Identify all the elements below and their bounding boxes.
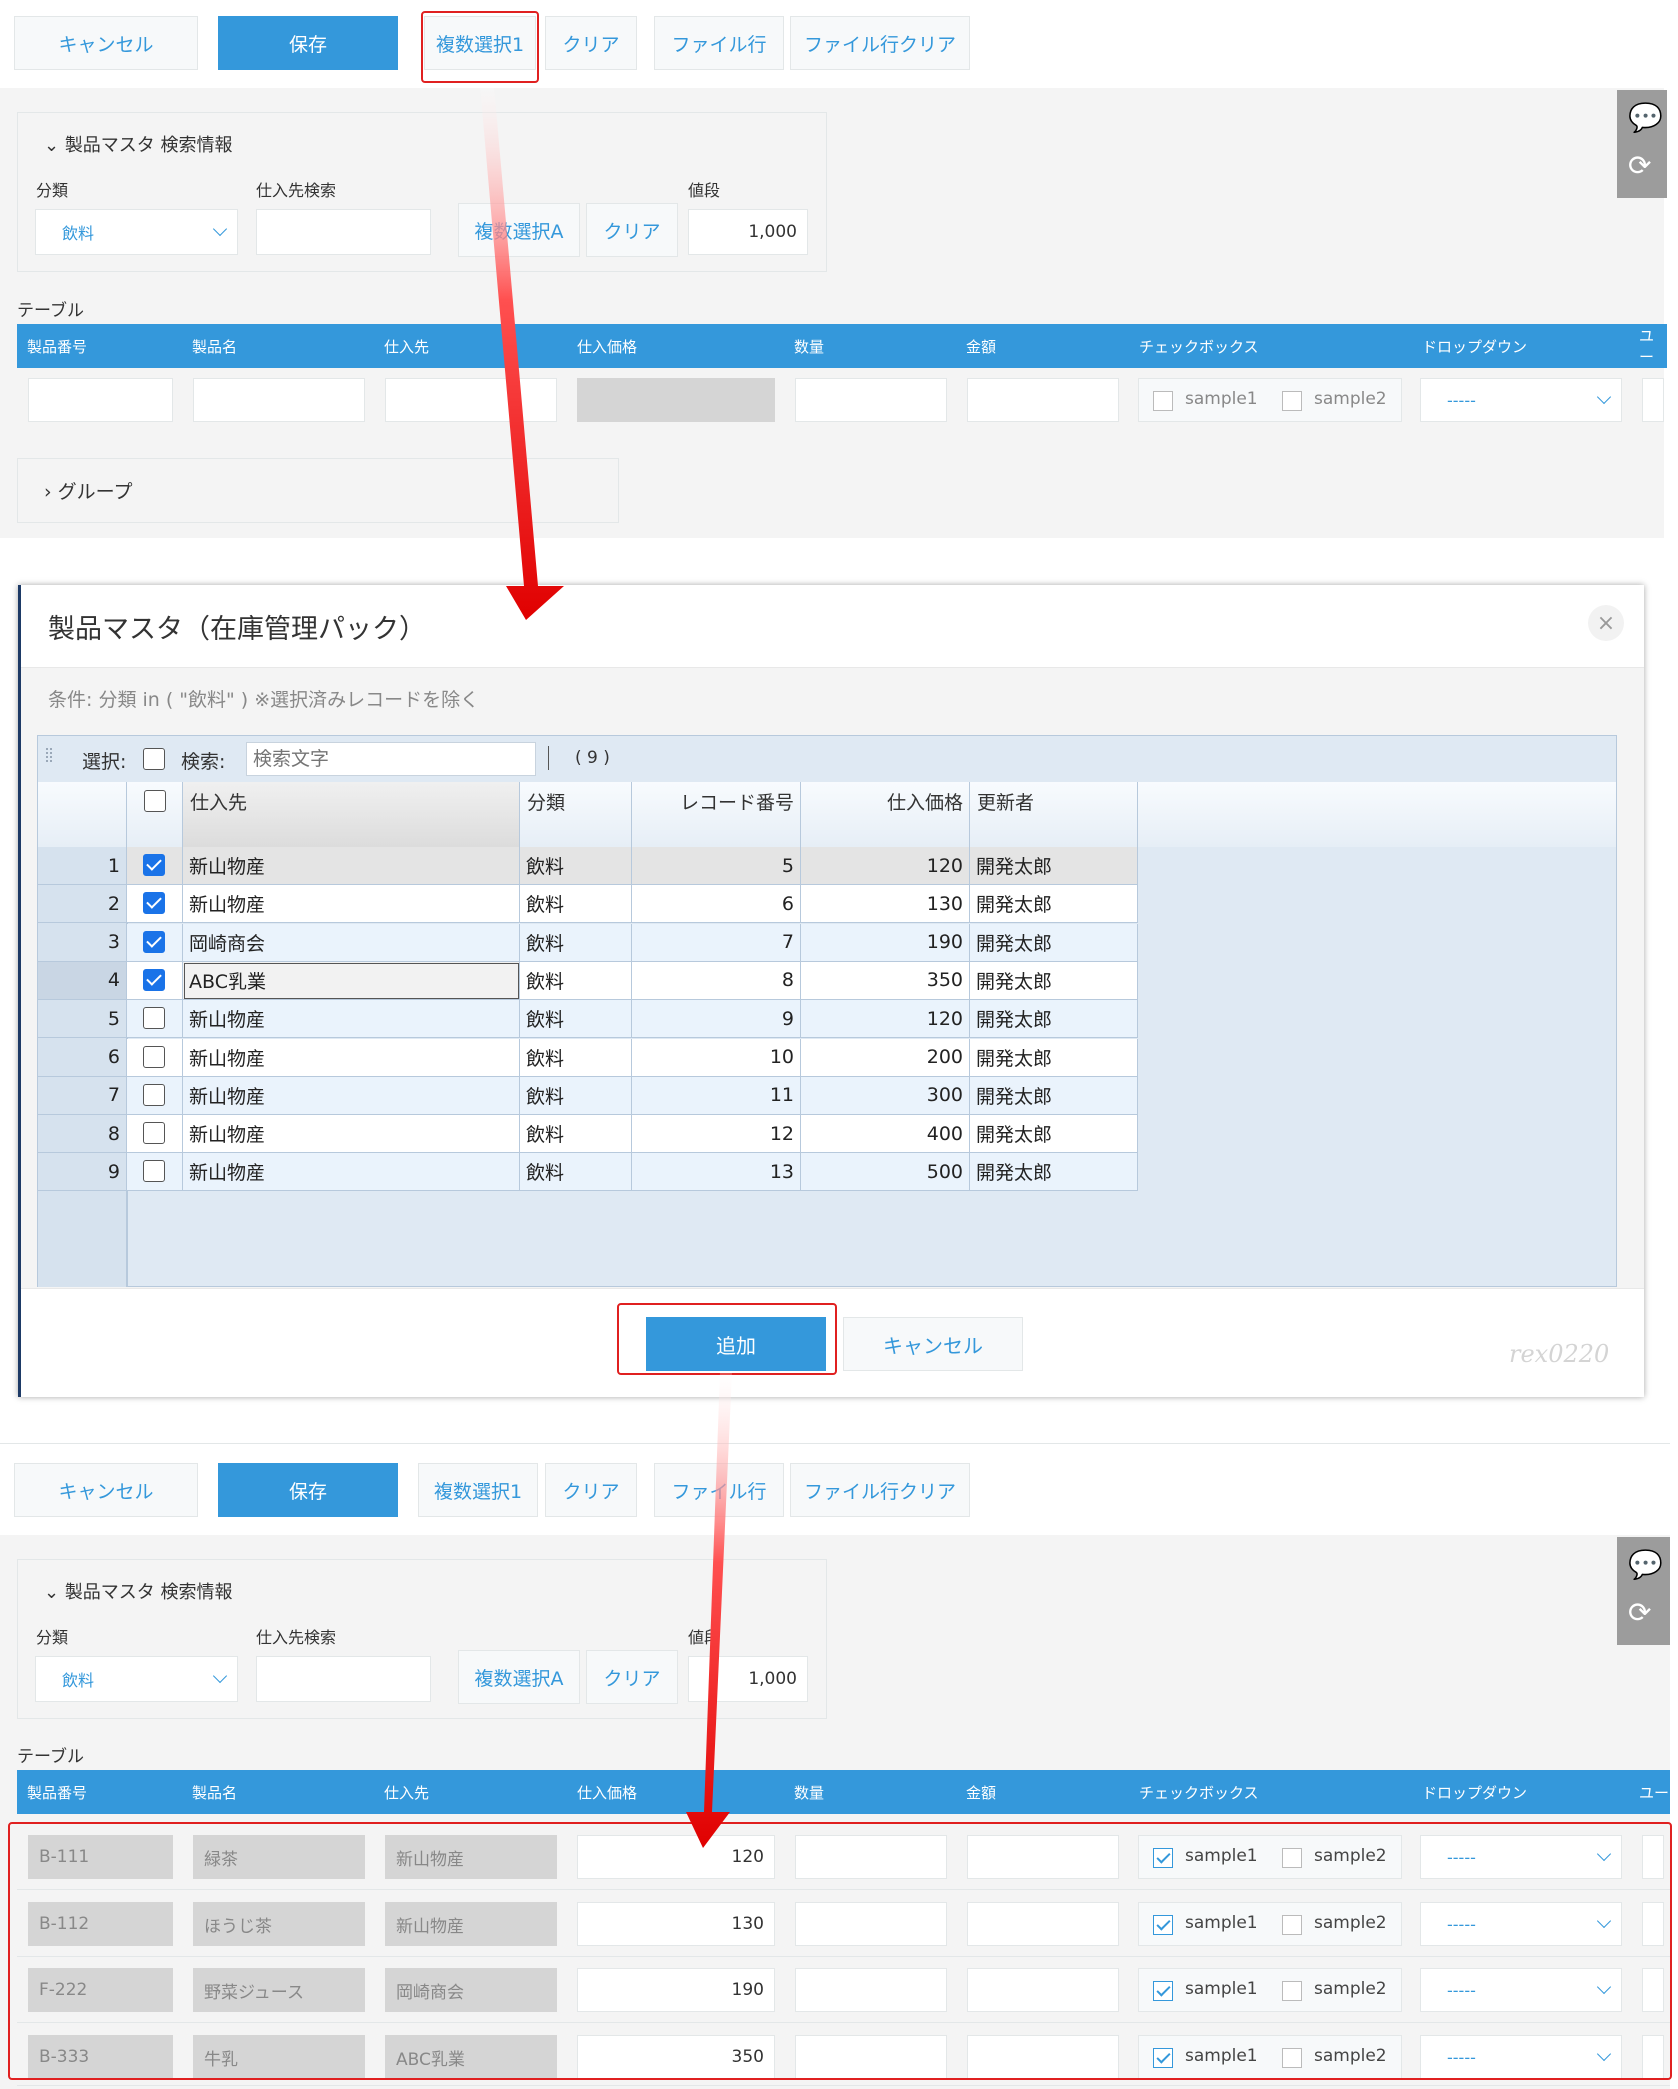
arrow-to-result bbox=[686, 1372, 732, 1848]
arrow-to-dialog bbox=[480, 86, 564, 620]
arrow-overlay bbox=[480, 86, 732, 1848]
